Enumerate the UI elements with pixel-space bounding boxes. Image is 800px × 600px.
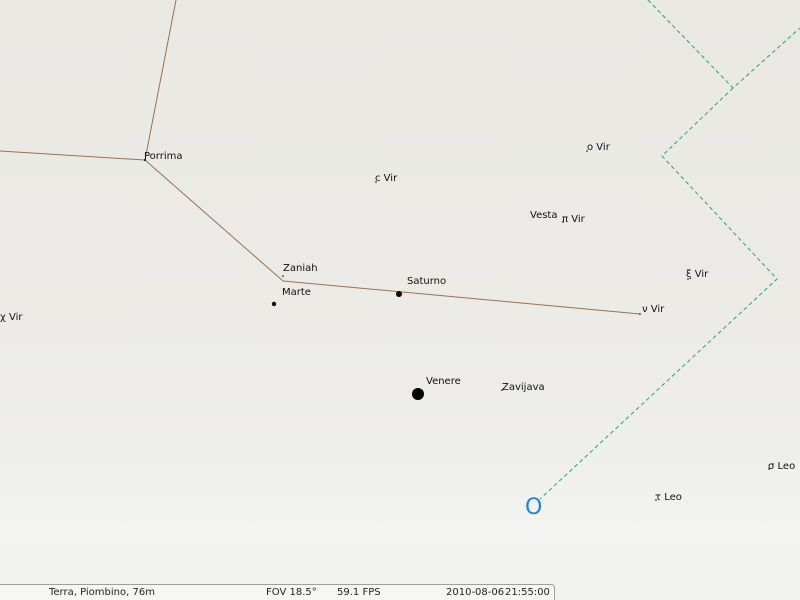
time-readout: 21:55:00 — [505, 587, 550, 598]
fps-readout: 59.1 FPS — [337, 587, 381, 598]
zaniah-dot[interactable] — [282, 275, 284, 277]
constellation-boundaries — [539, 0, 800, 500]
boundary-line — [539, 87, 778, 500]
label-xi-vir[interactable]: ξ Vir — [686, 269, 708, 281]
label-sigma-leo[interactable]: σ Leo — [768, 461, 795, 473]
venere-dot[interactable] — [412, 388, 424, 400]
label-nu-vir[interactable]: ν Vir — [642, 304, 664, 316]
label-marte[interactable]: Marte — [282, 287, 311, 299]
label-chi-vir[interactable]: χ Vir — [0, 312, 22, 324]
sky-view[interactable] — [0, 0, 800, 600]
label-zavijava[interactable]: Zavijava — [502, 382, 545, 394]
marte-dot[interactable] — [271, 301, 277, 307]
constellation-line — [0, 150, 146, 161]
label-saturno[interactable]: Saturno — [407, 276, 446, 288]
date-readout: 2010-08-06 — [446, 587, 505, 598]
label-venere[interactable]: Venere — [426, 376, 461, 388]
compass-west-marker: O — [525, 495, 543, 520]
label-tau-leo[interactable]: τ Leo — [655, 492, 682, 504]
label-pi-vir[interactable]: π Vir — [562, 214, 585, 226]
fov-readout: FOV 18.5° — [266, 587, 317, 598]
label-vesta[interactable]: Vesta — [530, 210, 557, 222]
nu-vir-dot[interactable] — [639, 313, 641, 315]
location-readout: Terra, Piombino, 76m — [49, 587, 155, 598]
status-bar: Terra, Piombino, 76m FOV 18.5° 59.1 FPS … — [0, 584, 555, 600]
label-o-vir[interactable]: o Vir — [587, 142, 610, 154]
label-porrima[interactable]: Porrima — [144, 151, 183, 163]
celestial-objects — [144, 150, 770, 501]
saturno-dot[interactable] — [396, 291, 402, 297]
constellation-lines — [0, 0, 641, 315]
constellation-line — [144, 0, 177, 161]
label-zaniah[interactable]: Zaniah — [283, 263, 318, 275]
label-c-vir[interactable]: c Vir — [375, 173, 397, 185]
constellation-line — [144, 159, 284, 282]
boundary-line — [647, 0, 800, 89]
constellation-line — [282, 280, 641, 315]
